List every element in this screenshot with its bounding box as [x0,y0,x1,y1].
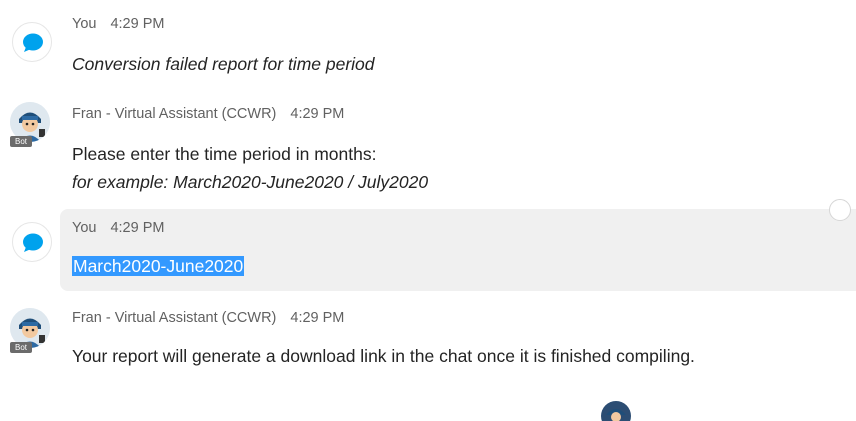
message-highlight [60,209,856,291]
sender-name: You [72,16,97,32]
chat-message-bot-1: Bot Fran - Virtual Assistant (CCWR) 4:29 … [0,92,856,202]
message-text[interactable]: March2020-June2020 [72,256,245,277]
message-text: Your report will generate a download lin… [72,346,695,366]
message-text: Please enter the time period in months: [72,144,377,164]
bot-badge: Bot [10,342,32,353]
message-header: You 4:29 PM [72,220,164,236]
message-options-button[interactable] [829,199,851,221]
bot-avatar-partial [601,401,631,421]
message-header: Fran - Virtual Assistant (CCWR) 4:29 PM [72,106,344,122]
bot-badge: Bot [10,136,32,147]
message-time: 4:29 PM [290,310,345,326]
message-time: 4:29 PM [110,220,165,236]
message-header: Fran - Virtual Assistant (CCWR) 4:29 PM [72,310,344,326]
message-text: Conversion failed report for time period [72,54,375,74]
sender-name: Fran - Virtual Assistant (CCWR) [72,310,277,326]
chat-bubble-icon [23,233,43,252]
chat-message-user-2: You 4:29 PM March2020-June2020 [0,209,856,291]
bot-character-icon [606,409,626,421]
user-avatar[interactable] [12,222,52,262]
selected-text[interactable]: March2020-June2020 [72,256,245,276]
sender-name: Fran - Virtual Assistant (CCWR) [72,106,277,122]
chat-bubble-icon [23,33,43,52]
chat-message-bot-2: Bot Fran - Virtual Assistant (CCWR) 4:29 … [0,296,856,396]
chat-message-user-1: You 4:29 PM Conversion failed report for … [0,0,856,90]
user-avatar[interactable] [12,22,52,62]
message-time: 4:29 PM [290,106,345,122]
sender-name: You [72,220,97,236]
message-time: 4:29 PM [110,16,165,32]
message-text: for example: March2020-June2020 / July20… [72,172,429,192]
message-header: You 4:29 PM [72,16,164,32]
